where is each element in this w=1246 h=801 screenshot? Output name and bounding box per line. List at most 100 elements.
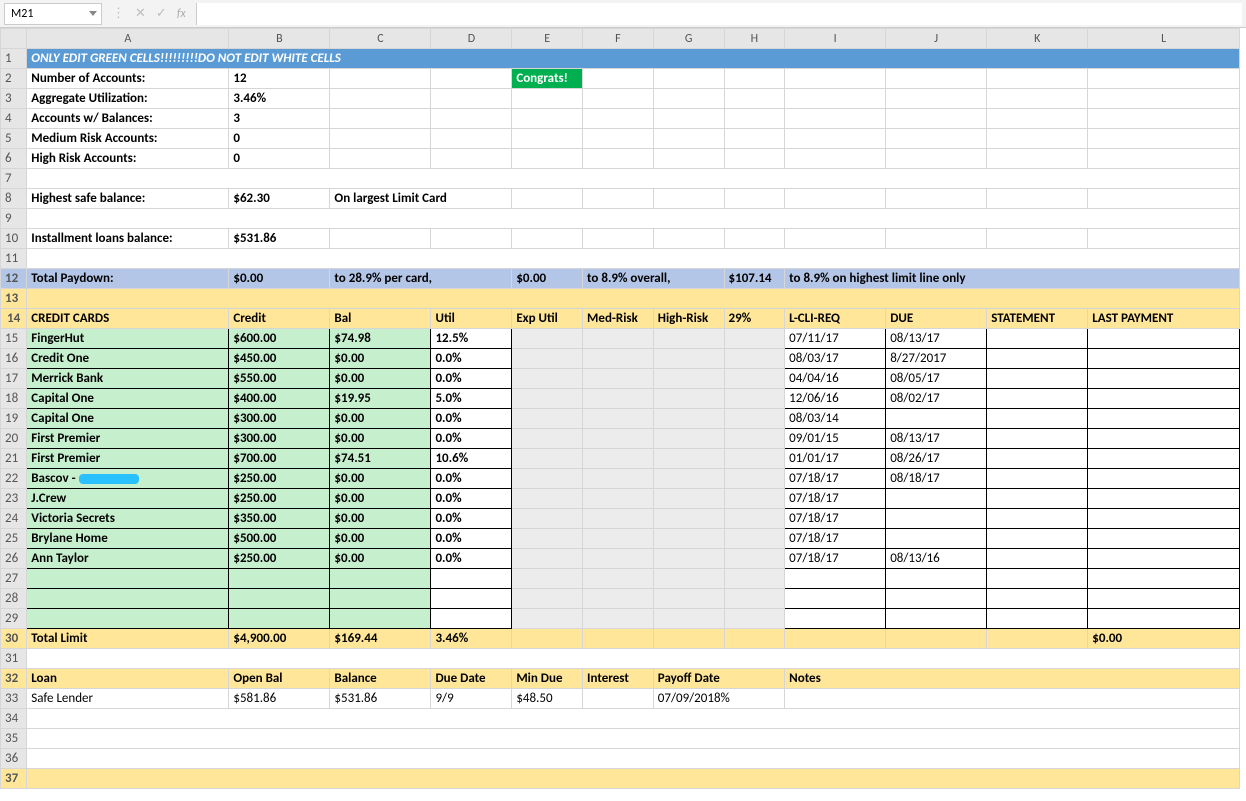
paydown-val3[interactable]: $107.14: [724, 269, 785, 289]
row-31[interactable]: 31: [1, 649, 1240, 669]
row-header[interactable]: 4: [1, 109, 27, 129]
card-util[interactable]: 0.0%: [431, 349, 512, 369]
col-K[interactable]: K: [987, 29, 1088, 49]
card-medrisk[interactable]: [583, 489, 654, 509]
card-bal[interactable]: $0.00: [330, 509, 431, 529]
row-header[interactable]: 28: [1, 589, 27, 609]
card-highrisk[interactable]: [653, 349, 724, 369]
paydown-val2[interactable]: $0.00: [512, 269, 583, 289]
formula-input[interactable]: [196, 3, 1242, 25]
card-exputil[interactable]: [512, 469, 583, 489]
row-header[interactable]: 7: [1, 169, 27, 189]
card-exputil[interactable]: [512, 349, 583, 369]
col-D[interactable]: D: [431, 29, 512, 49]
card-bal[interactable]: $0.00: [330, 489, 431, 509]
col-L[interactable]: L: [1088, 29, 1240, 49]
row-header[interactable]: 1: [1, 49, 27, 69]
card-medrisk[interactable]: [583, 449, 654, 469]
card-lcli[interactable]: 08/03/17: [785, 349, 886, 369]
card-stmt[interactable]: [987, 369, 1088, 389]
card-util[interactable]: 5.0%: [431, 389, 512, 409]
card-exputil[interactable]: [512, 509, 583, 529]
card-medrisk[interactable]: [583, 509, 654, 529]
row-14-cc-headers[interactable]: 14 CREDIT CARDS Credit Bal Util Exp Util…: [1, 309, 1240, 329]
row-28[interactable]: 28: [1, 589, 1240, 609]
loan-due[interactable]: 9/9: [431, 689, 512, 709]
card-29[interactable]: [724, 549, 785, 569]
row-header[interactable]: 5: [1, 129, 27, 149]
card-medrisk[interactable]: [583, 369, 654, 389]
card-bal[interactable]: $0.00: [330, 529, 431, 549]
card-highrisk[interactable]: [653, 429, 724, 449]
card-due[interactable]: 08/05/17: [886, 369, 987, 389]
card-29[interactable]: [724, 349, 785, 369]
card-bal[interactable]: $0.00: [330, 349, 431, 369]
col-F[interactable]: F: [583, 29, 654, 49]
enter-icon[interactable]: ✓: [156, 6, 167, 21]
card-last[interactable]: [1088, 509, 1240, 529]
card-stmt[interactable]: [987, 469, 1088, 489]
row-header[interactable]: 31: [1, 649, 27, 669]
row-header[interactable]: 16: [1, 349, 27, 369]
card-credit[interactable]: $550.00: [229, 369, 330, 389]
row-29[interactable]: 29: [1, 609, 1240, 629]
card-row[interactable]: 16Credit One$450.00$0.000.0%08/03/178/27…: [1, 349, 1240, 369]
card-due[interactable]: 08/18/17: [886, 469, 987, 489]
col-H[interactable]: H: [724, 29, 785, 49]
card-exputil[interactable]: [512, 389, 583, 409]
row-10[interactable]: 10 Installment loans balance: $531.86: [1, 229, 1240, 249]
col-A[interactable]: A: [27, 29, 229, 49]
row-27[interactable]: 27: [1, 569, 1240, 589]
loan-name[interactable]: Safe Lender: [27, 689, 229, 709]
card-stmt[interactable]: [987, 529, 1088, 549]
row-header[interactable]: 29: [1, 609, 27, 629]
value-med-risk[interactable]: 0: [229, 129, 330, 149]
card-name[interactable]: Capital One: [27, 409, 229, 429]
loan-interest[interactable]: [583, 689, 654, 709]
card-row[interactable]: 24Victoria Secrets$350.00$0.000.0%07/18/…: [1, 509, 1240, 529]
card-row[interactable]: 21First Premier$700.00$74.5110.6%01/01/1…: [1, 449, 1240, 469]
card-medrisk[interactable]: [583, 549, 654, 569]
card-last[interactable]: [1088, 489, 1240, 509]
value-highest-safe[interactable]: $62.30: [229, 189, 330, 209]
card-util[interactable]: 0.0%: [431, 409, 512, 429]
card-due[interactable]: 8/27/2017: [886, 349, 987, 369]
card-name[interactable]: Victoria Secrets: [27, 509, 229, 529]
card-highrisk[interactable]: [653, 509, 724, 529]
card-bal[interactable]: $0.00: [330, 369, 431, 389]
card-bal[interactable]: $74.98: [330, 329, 431, 349]
card-29[interactable]: [724, 429, 785, 449]
name-box[interactable]: M21: [4, 3, 102, 25]
card-29[interactable]: [724, 509, 785, 529]
row-header[interactable]: 24: [1, 509, 27, 529]
row-35[interactable]: 35: [1, 729, 1240, 749]
card-last[interactable]: [1088, 449, 1240, 469]
row-header[interactable]: 27: [1, 569, 27, 589]
card-name[interactable]: First Premier: [27, 429, 229, 449]
card-util[interactable]: 0.0%: [431, 429, 512, 449]
col-G[interactable]: G: [653, 29, 724, 49]
row-header[interactable]: 17: [1, 369, 27, 389]
card-medrisk[interactable]: [583, 349, 654, 369]
card-row[interactable]: 18Capital One$400.00$19.955.0%12/06/1608…: [1, 389, 1240, 409]
card-bal[interactable]: $19.95: [330, 389, 431, 409]
cancel-icon[interactable]: ✕: [135, 6, 146, 21]
card-exputil[interactable]: [512, 549, 583, 569]
card-name[interactable]: Ann Taylor: [27, 549, 229, 569]
card-due[interactable]: [886, 489, 987, 509]
card-util[interactable]: 12.5%: [431, 329, 512, 349]
row-header[interactable]: 11: [1, 249, 27, 269]
card-row[interactable]: 25Brylane Home$500.00$0.000.0%07/18/17: [1, 529, 1240, 549]
card-29[interactable]: [724, 449, 785, 469]
card-due[interactable]: [886, 409, 987, 429]
card-medrisk[interactable]: [583, 469, 654, 489]
loan-open[interactable]: $581.86: [229, 689, 330, 709]
card-credit[interactable]: $300.00: [229, 429, 330, 449]
spreadsheet-grid[interactable]: A B C D E F G H I J K L 1 ONLY EDIT GREE…: [0, 28, 1240, 789]
card-last[interactable]: [1088, 529, 1240, 549]
card-util[interactable]: 0.0%: [431, 529, 512, 549]
row-header[interactable]: 21: [1, 449, 27, 469]
card-lcli[interactable]: 07/18/17: [785, 489, 886, 509]
card-29[interactable]: [724, 389, 785, 409]
card-credit[interactable]: $600.00: [229, 329, 330, 349]
